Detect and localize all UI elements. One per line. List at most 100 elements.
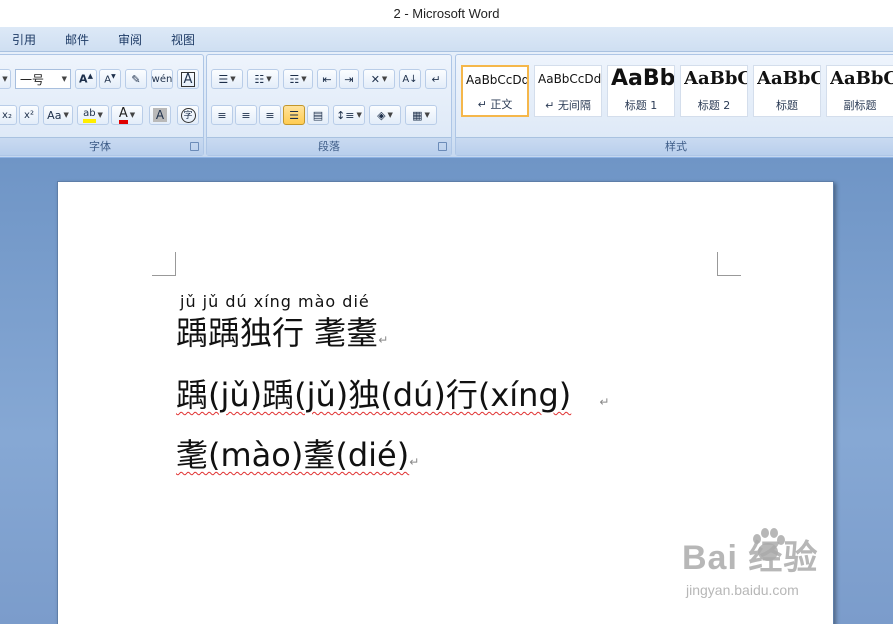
- watermark-url-text: jingyan.baidu.com: [686, 582, 799, 598]
- decrease-indent-button[interactable]: ⇤: [317, 69, 337, 89]
- font-name-dropdown-arrow[interactable]: ▼: [0, 69, 11, 89]
- style-subtitle[interactable]: AaBbC 副标题: [826, 65, 893, 117]
- enclose-characters-button[interactable]: 字: [177, 105, 199, 125]
- paragraph-line-3[interactable]: 耄(mào)耋(dié)↵: [176, 430, 419, 476]
- decrease-indent-icon: ⇤: [322, 72, 332, 86]
- enclosed-character-icon: 字: [180, 107, 196, 123]
- font-color-button[interactable]: A ▼: [111, 105, 143, 125]
- align-left-button[interactable]: ≡: [211, 105, 233, 125]
- hanzi-content: 踽踽独行 耄耋: [176, 314, 379, 352]
- paragraph-dialog-launcher-icon[interactable]: [438, 142, 447, 151]
- align-center-button[interactable]: ≡: [235, 105, 257, 125]
- style-name: 副标题: [843, 99, 877, 112]
- font-size-combo[interactable]: 一号 ▼: [15, 69, 71, 89]
- style-sample: AaBbC: [830, 68, 893, 89]
- style-sample: AaBbCcDd: [466, 73, 527, 87]
- grow-font-button[interactable]: A▲: [75, 69, 97, 89]
- distributed-button[interactable]: ▤: [307, 105, 329, 125]
- style-title[interactable]: AaBbC 标题: [753, 65, 821, 117]
- justify-button[interactable]: ☰: [283, 105, 305, 125]
- font-group-label: 字体: [0, 137, 203, 155]
- styles-group: AaBbCcDd ↵ 正文 AaBbCcDd ↵ 无间隔 AaBb 标题 1 A…: [455, 54, 893, 156]
- line-3-text: 耄(mào)耋(dié): [176, 436, 410, 474]
- bullet-list-icon: ☰: [218, 72, 229, 86]
- borders-button[interactable]: ▦ ▼: [405, 105, 437, 125]
- paragraph-mark: ↵: [378, 333, 389, 347]
- numbering-button[interactable]: ☷ ▼: [247, 69, 279, 89]
- line-2-text: 踽(jǔ)踽(jǔ)独(dú)行(xíng): [176, 376, 572, 414]
- margin-corner-mark: [152, 252, 176, 276]
- style-name: 标题: [776, 99, 798, 112]
- asian-layout-button[interactable]: ✕ ▼: [363, 69, 395, 89]
- style-heading-2[interactable]: AaBbC 标题 2: [680, 65, 748, 117]
- line-spacing-button[interactable]: ↕≡ ▼: [333, 105, 365, 125]
- font-group: ▼ 一号 ▼ A▲ A▼ ✎ wén A x₂ x² Aa ▼ ab ▼ A ▼ A …: [0, 54, 204, 156]
- phonetic-guide-button[interactable]: wén: [151, 69, 173, 89]
- sort-button[interactable]: A↓: [399, 69, 421, 89]
- highlighter-icon: ab: [83, 108, 96, 123]
- align-left-icon: ≡: [217, 108, 227, 122]
- clear-formatting-button[interactable]: ✎: [125, 69, 147, 89]
- superscript-button[interactable]: x²: [19, 105, 39, 125]
- paragraph-group-label: 段落: [207, 137, 451, 155]
- font-dialog-launcher-icon[interactable]: [190, 142, 199, 151]
- bullets-button[interactable]: ☰ ▼: [211, 69, 243, 89]
- paint-bucket-icon: ◈: [377, 108, 386, 122]
- character-shading-button[interactable]: A: [149, 105, 171, 125]
- subscript-icon: x₂: [2, 109, 12, 121]
- style-no-spacing[interactable]: AaBbCcDd ↵ 无间隔: [534, 65, 602, 117]
- increase-indent-icon: ⇥: [344, 72, 354, 86]
- distributed-icon: ▤: [312, 108, 324, 122]
- ribbon: ▼ 一号 ▼ A▲ A▼ ✎ wén A x₂ x² Aa ▼ ab ▼ A ▼ A …: [0, 52, 893, 158]
- phonetic-guide-icon: wén: [151, 73, 173, 85]
- style-name: 标题 1: [624, 99, 658, 112]
- shading-button[interactable]: ◈ ▼: [369, 105, 401, 125]
- align-right-button[interactable]: ≡: [259, 105, 281, 125]
- change-case-icon: Aa: [47, 108, 62, 122]
- shrink-font-button[interactable]: A▼: [99, 69, 121, 89]
- character-shading-icon: A: [152, 108, 168, 122]
- asian-layout-icon: ✕: [370, 72, 380, 86]
- justify-icon: ☰: [289, 108, 299, 122]
- show-marks-button[interactable]: ↵: [425, 69, 447, 89]
- border-icon: ▦: [412, 108, 423, 122]
- multilevel-list-icon: ☶: [289, 72, 300, 86]
- ribbon-tab-bar: 引用 邮件 审阅 视图: [0, 27, 893, 52]
- tab-view[interactable]: 视图: [171, 31, 195, 48]
- tab-references[interactable]: 引用: [12, 31, 36, 48]
- document-workspace: jǔ jǔ dú xíng mào dié 踽踽独行 耄耋↵ 踽(jǔ)踽(jǔ…: [0, 158, 893, 624]
- watermark: Bai 经验 jingyan.baidu.com: [682, 528, 818, 598]
- font-color-icon: A: [118, 107, 128, 124]
- sort-icon: A↓: [402, 73, 418, 85]
- subscript-button[interactable]: x₂: [0, 105, 17, 125]
- shrink-font-icon: A▼: [104, 72, 116, 86]
- change-case-button[interactable]: Aa ▼: [43, 105, 73, 125]
- tab-review[interactable]: 审阅: [118, 31, 142, 48]
- window-title: 2 - Microsoft Word: [0, 0, 893, 27]
- tab-mailings[interactable]: 邮件: [65, 31, 89, 48]
- hanzi-text: 踽踽独行 耄耋↵: [176, 308, 388, 354]
- style-heading-1[interactable]: AaBb 标题 1: [607, 65, 675, 117]
- highlight-button[interactable]: ab ▼: [77, 105, 109, 125]
- align-right-icon: ≡: [265, 108, 275, 122]
- paragraph-mark-icon: ↵: [431, 72, 441, 86]
- style-name: ↵ 无间隔: [545, 99, 591, 112]
- paragraph-mark: ↵: [409, 455, 420, 469]
- character-border-icon: A: [180, 71, 196, 87]
- styles-group-label: 样式: [456, 137, 893, 155]
- numbered-list-icon: ☷: [254, 72, 265, 86]
- align-center-icon: ≡: [241, 108, 251, 122]
- style-sample: AaBbC: [757, 68, 820, 89]
- style-sample: AaBbCcDd: [538, 72, 601, 86]
- increase-indent-button[interactable]: ⇥: [339, 69, 359, 89]
- multilevel-list-button[interactable]: ☶ ▼: [283, 69, 313, 89]
- paragraph-line-2[interactable]: 踽(jǔ)踽(jǔ)独(dú)行(xíng) ↵: [176, 370, 609, 416]
- style-sample: AaBbC: [684, 68, 747, 89]
- margin-corner-mark: [717, 252, 741, 276]
- paragraph-mark: ↵: [599, 395, 610, 409]
- style-normal[interactable]: AaBbCcDd ↵ 正文: [461, 65, 529, 117]
- line-spacing-icon: ↕≡: [336, 108, 355, 122]
- grow-font-icon: A▲: [79, 72, 93, 86]
- superscript-icon: x²: [24, 109, 34, 121]
- character-border-button[interactable]: A: [177, 69, 199, 89]
